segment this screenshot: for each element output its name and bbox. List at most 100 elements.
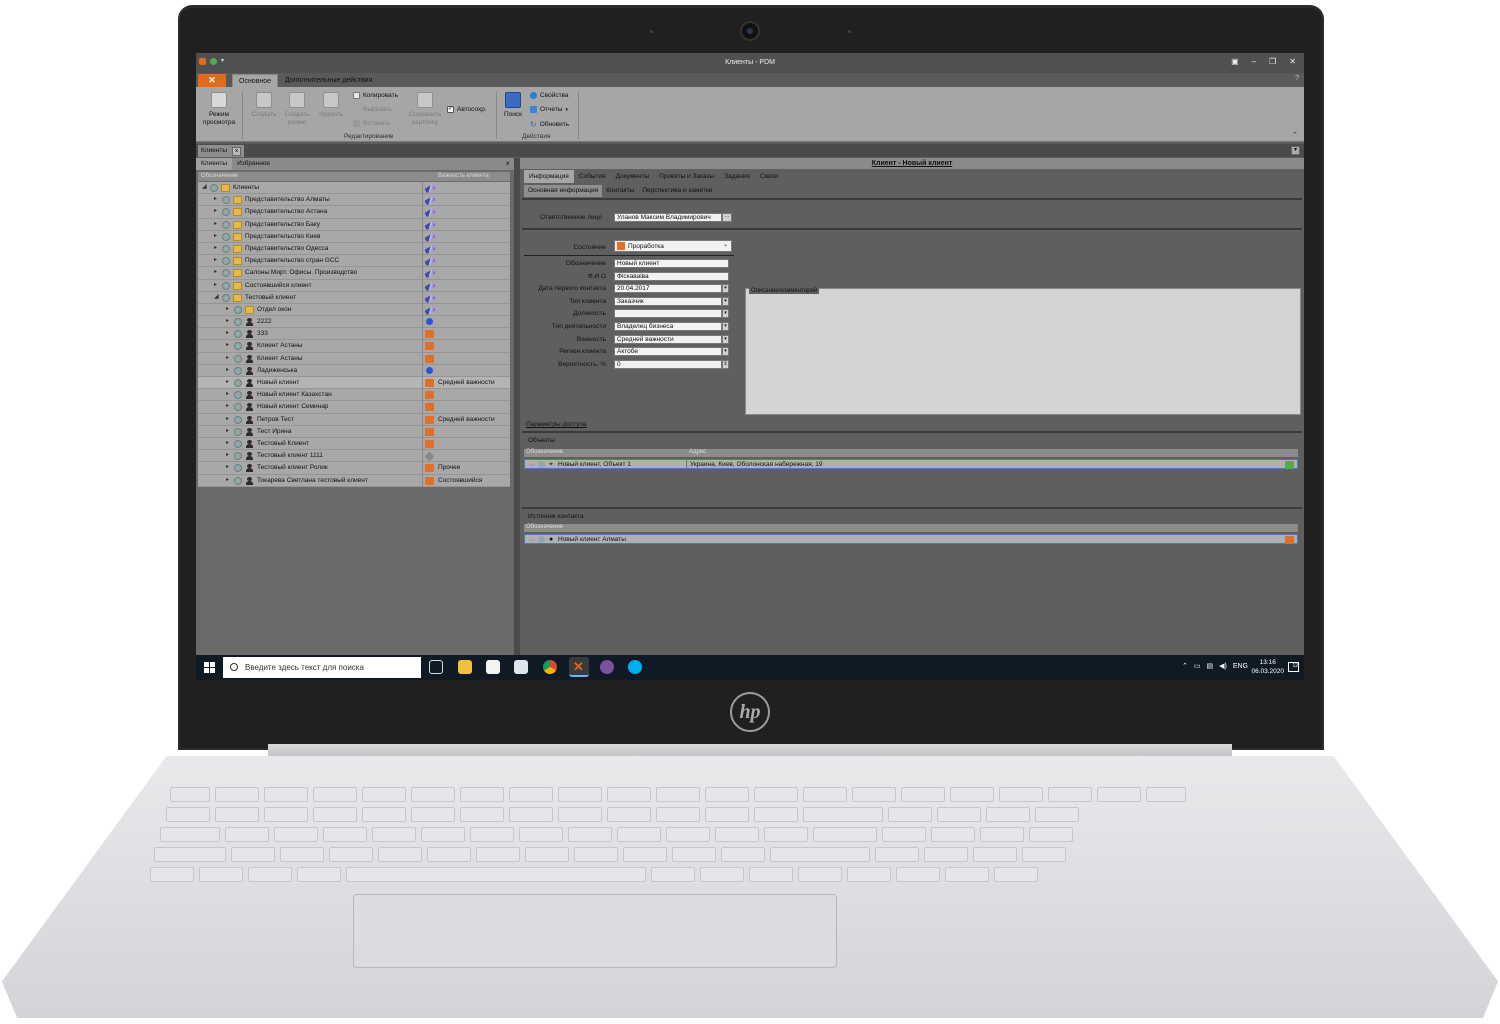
expand-arrow-icon[interactable]: ▸ bbox=[226, 463, 229, 470]
field-input[interactable]: Фіскаваіва bbox=[614, 271, 729, 281]
tree-row[interactable]: ▸ Представительство Киев bbox=[198, 230, 510, 243]
tree-row[interactable]: ▸ Представительство стран GCC bbox=[198, 255, 510, 268]
expand-arrow-icon[interactable]: ▸ bbox=[226, 354, 229, 361]
minimize-button[interactable]: – bbox=[1252, 57, 1256, 66]
expand-arrow-icon[interactable]: ◢ bbox=[214, 293, 219, 300]
search-button[interactable]: Поиск bbox=[501, 92, 525, 119]
chrome-icon[interactable] bbox=[543, 660, 557, 674]
network-icon[interactable]: ▤ bbox=[1206, 662, 1213, 670]
expand-arrow-icon[interactable]: ▸ bbox=[226, 402, 229, 409]
tree-row[interactable]: ▸ Клиент Астаны bbox=[198, 340, 510, 353]
expand-arrow-icon[interactable]: ▸ bbox=[226, 341, 229, 348]
viber-icon[interactable] bbox=[600, 660, 614, 674]
chevron-down-icon[interactable]: ▾ bbox=[722, 322, 729, 331]
create-button[interactable]: Создать bbox=[248, 92, 280, 119]
help-icon[interactable]: ? bbox=[1295, 75, 1299, 82]
tab-projects-orders[interactable]: Проекты и Заказы bbox=[654, 170, 719, 183]
responsible-field[interactable]: Уланов Максим Владимирович bbox=[614, 213, 722, 222]
close-tab-icon[interactable]: × bbox=[232, 146, 242, 156]
expand-arrow-icon[interactable]: ▸ bbox=[226, 415, 229, 422]
paste-button[interactable]: Вставить bbox=[353, 120, 391, 127]
battery-icon[interactable]: ▭ bbox=[1194, 662, 1201, 670]
save-card-button[interactable]: Сохранить карточку bbox=[404, 92, 446, 127]
chevron-down-icon[interactable]: ▾ bbox=[722, 334, 729, 344]
field-input[interactable]: 20.04.2017 bbox=[614, 284, 722, 294]
state-dropdown[interactable]: Проработка bbox=[614, 240, 732, 252]
expand-arrow-icon[interactable]: ▸ bbox=[214, 268, 217, 275]
create-copy-button[interactable]: Создать копию bbox=[282, 92, 312, 127]
tab-tasks[interactable]: Задания bbox=[719, 170, 755, 183]
task-view-icon[interactable] bbox=[429, 660, 443, 674]
reports-button[interactable]: Отчеты ▾ bbox=[530, 106, 568, 113]
tab-events[interactable]: События bbox=[574, 170, 611, 183]
tree-row[interactable]: ▸ Представительство Баку bbox=[198, 218, 510, 231]
tree-row[interactable]: ▸ Представительство Астана bbox=[198, 206, 510, 219]
chevron-down-icon[interactable]: ▾ bbox=[722, 309, 729, 319]
tab-main[interactable]: Основное bbox=[232, 74, 279, 87]
tree-row[interactable]: ▸ Тестовый клиент 1111 bbox=[198, 450, 510, 463]
expand-arrow-icon[interactable]: ▸ bbox=[226, 329, 229, 336]
expand-arrow-icon[interactable]: ▸ bbox=[226, 317, 229, 324]
tree-row[interactable]: ▸ Состоявшийся клиент bbox=[198, 279, 510, 292]
language-indicator[interactable]: ENG bbox=[1233, 663, 1248, 670]
file-menu-button[interactable]: ✕ bbox=[198, 74, 226, 87]
doc-tab-clients[interactable]: Клиенты × bbox=[198, 145, 245, 157]
access-parameters-link[interactable]: Параметры доступа bbox=[526, 421, 587, 428]
objects-col-designation[interactable]: Обозначение bbox=[526, 449, 563, 455]
chevron-down-icon[interactable]: ▾ bbox=[722, 284, 729, 294]
tree-row[interactable]: ▸ 333 bbox=[198, 328, 510, 341]
expand-icon[interactable]: ⋯ bbox=[529, 536, 536, 544]
objects-col-address[interactable]: Адрес bbox=[689, 449, 706, 455]
column-client-importance[interactable]: Важность клиента bbox=[438, 173, 489, 179]
maximize-button[interactable]: ❐ bbox=[1269, 57, 1276, 66]
clock[interactable]: 13:16 06.03.2020 bbox=[1251, 658, 1284, 676]
tree-row[interactable]: ▸ Салоны Мирт. Офисы. Производство bbox=[198, 267, 510, 280]
volume-icon[interactable]: ◀) bbox=[1219, 662, 1227, 670]
expand-arrow-icon[interactable]: ▸ bbox=[214, 220, 217, 227]
expand-arrow-icon[interactable]: ▸ bbox=[226, 390, 229, 397]
expand-arrow-icon[interactable]: ▸ bbox=[226, 378, 229, 385]
field-input[interactable]: Заказчик bbox=[614, 296, 722, 306]
ellipsis-button[interactable]: ··· bbox=[722, 213, 732, 222]
chevron-down-icon[interactable]: ▾ bbox=[722, 347, 729, 357]
subtab-contacts[interactable]: Контакты bbox=[602, 185, 638, 197]
tree-row[interactable]: ▸ Тест Ирина bbox=[198, 425, 510, 438]
expand-arrow-icon[interactable]: ▸ bbox=[214, 281, 217, 288]
expand-arrow-icon[interactable]: ◢ bbox=[202, 183, 207, 190]
field-input[interactable] bbox=[614, 309, 722, 319]
taskbar-search-input[interactable]: Введите здесь текст для поиска bbox=[223, 657, 421, 678]
notifications-icon[interactable]: 12 bbox=[1288, 662, 1299, 672]
restore-layout-icon[interactable]: ▣ bbox=[1231, 57, 1239, 66]
refresh-button[interactable]: ↻ Обновить bbox=[530, 120, 569, 129]
autosave-checkbox[interactable]: ✓ Автосохр. bbox=[447, 106, 487, 113]
tree-row[interactable]: ▸ Петров Тест Средней важности bbox=[198, 413, 510, 426]
field-input[interactable]: Средней важности bbox=[614, 334, 722, 344]
view-mode-button[interactable]: Режим просмотра bbox=[200, 92, 238, 127]
tab-documents[interactable]: Документы bbox=[611, 170, 655, 183]
expand-arrow-icon[interactable]: ▸ bbox=[226, 476, 229, 483]
chevron-down-icon[interactable]: ⌄ bbox=[723, 241, 728, 248]
cut-button[interactable]: Вырезать bbox=[353, 106, 392, 113]
chevron-down-icon[interactable]: ▾ bbox=[722, 296, 729, 306]
skype-icon[interactable] bbox=[628, 660, 642, 674]
field-input[interactable]: 0 bbox=[614, 359, 722, 369]
tree-row[interactable]: ▸ Представительство Алматы bbox=[198, 194, 510, 207]
tree-row[interactable]: ▸ Тестовый клиент Ролик Прочее bbox=[198, 462, 510, 475]
objects-table-row[interactable]: ⋯ ⌖ Новый клиент, Объект 1 Украина, Киев… bbox=[524, 459, 1298, 469]
expand-arrow-icon[interactable]: ▸ bbox=[214, 207, 217, 214]
expand-icon[interactable]: ⋯ bbox=[529, 461, 536, 469]
tree-row[interactable]: ▸ Новый клиент Казахстан bbox=[198, 389, 510, 402]
tree-row[interactable]: ▸ Тестовый Клиент bbox=[198, 437, 510, 451]
source-table-row[interactable]: ⋯ ● Новый клиент Алматы bbox=[524, 534, 1298, 544]
tree-row[interactable]: ◢ Тестовый клиент bbox=[198, 291, 510, 304]
chevron-up-icon[interactable]: ⌃ bbox=[1182, 662, 1188, 670]
subtab-main-info[interactable]: Основная информация bbox=[524, 185, 603, 197]
close-button[interactable]: ✕ bbox=[1289, 57, 1296, 66]
description-textarea[interactable] bbox=[745, 288, 1301, 415]
spinner-icon[interactable]: ⇕ bbox=[722, 359, 729, 369]
expand-arrow-icon[interactable]: ▸ bbox=[226, 451, 229, 458]
tab-clients[interactable]: Клиенты bbox=[196, 158, 233, 170]
file-explorer-icon[interactable] bbox=[458, 660, 472, 674]
field-input[interactable]: Владелец бизнеса bbox=[614, 322, 722, 331]
tree-row[interactable]: ▸ Клиент Астаны bbox=[198, 352, 510, 365]
